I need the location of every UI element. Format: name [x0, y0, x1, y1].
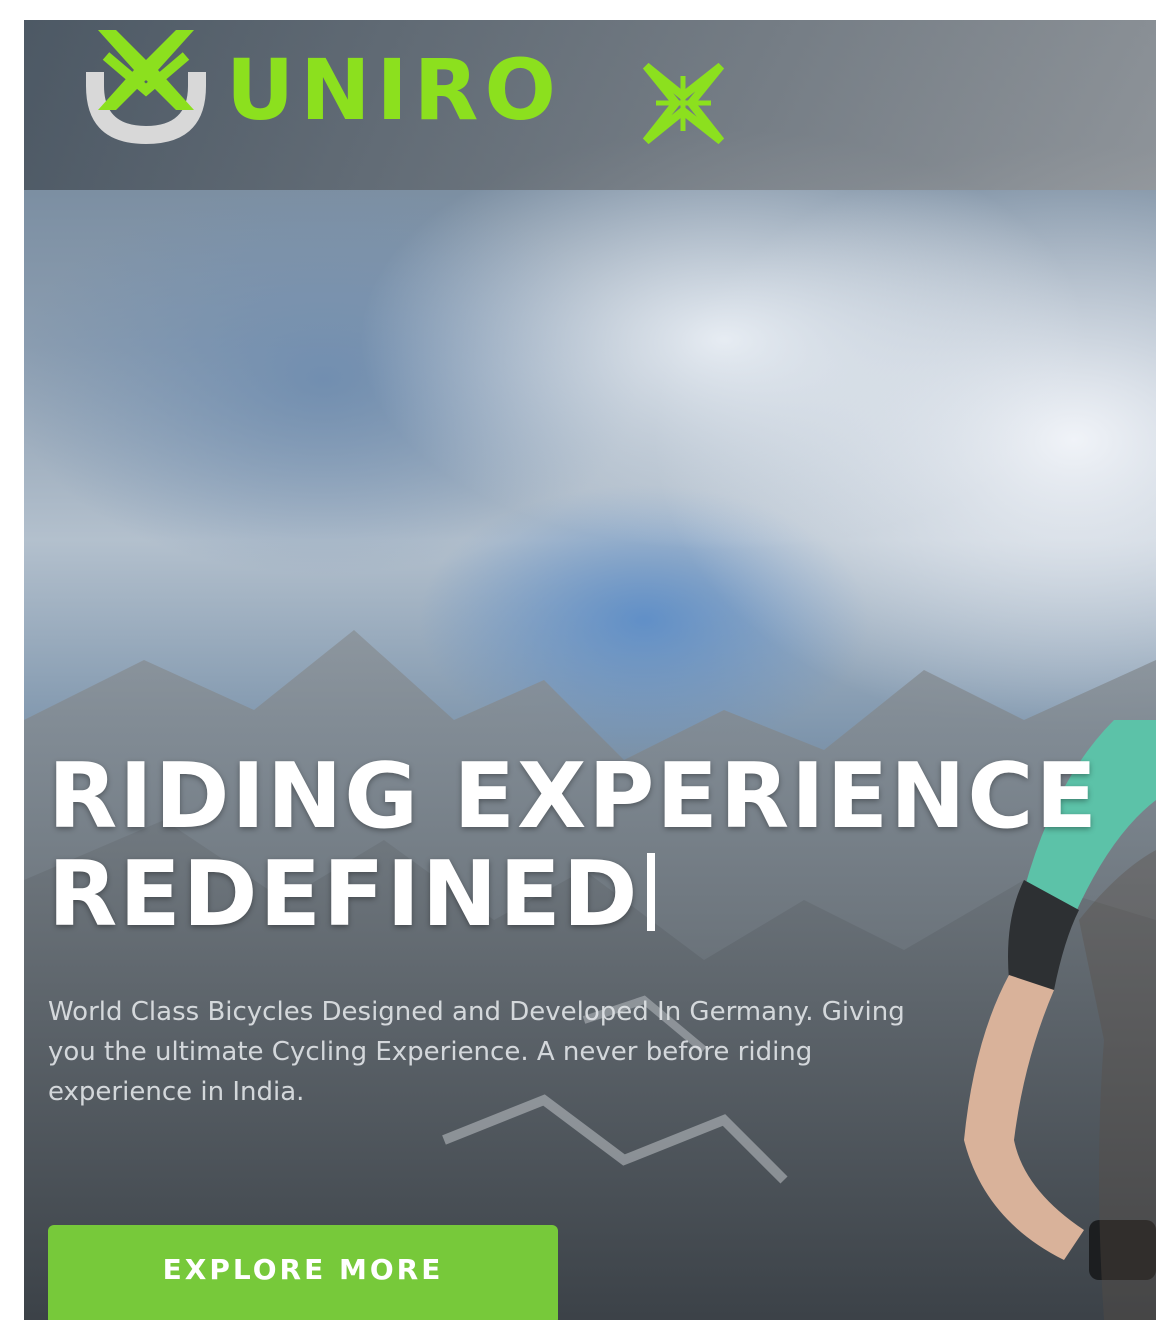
hero-section: UNIRO RIDING EXPERIENCE REDEFINED World …	[24, 20, 1156, 1320]
hero-headline: RIDING EXPERIENCE REDEFINED	[48, 748, 1148, 944]
explore-more-button[interactable]: EXPLORE MORE	[48, 1225, 558, 1320]
x-star-icon	[642, 62, 725, 145]
unirox-emblem-icon	[86, 30, 206, 144]
headline-line-1: RIDING EXPERIENCE	[48, 744, 1099, 849]
brand-wordmark: UNIRO	[226, 41, 562, 139]
brand-logo[interactable]: UNIRO	[76, 26, 776, 156]
site-header: UNIRO	[24, 20, 1156, 190]
typing-cursor	[647, 853, 656, 931]
headline-line-2: REDEFINED	[48, 842, 640, 947]
hero-description: World Class Bicycles Designed and Develo…	[48, 997, 905, 1107]
